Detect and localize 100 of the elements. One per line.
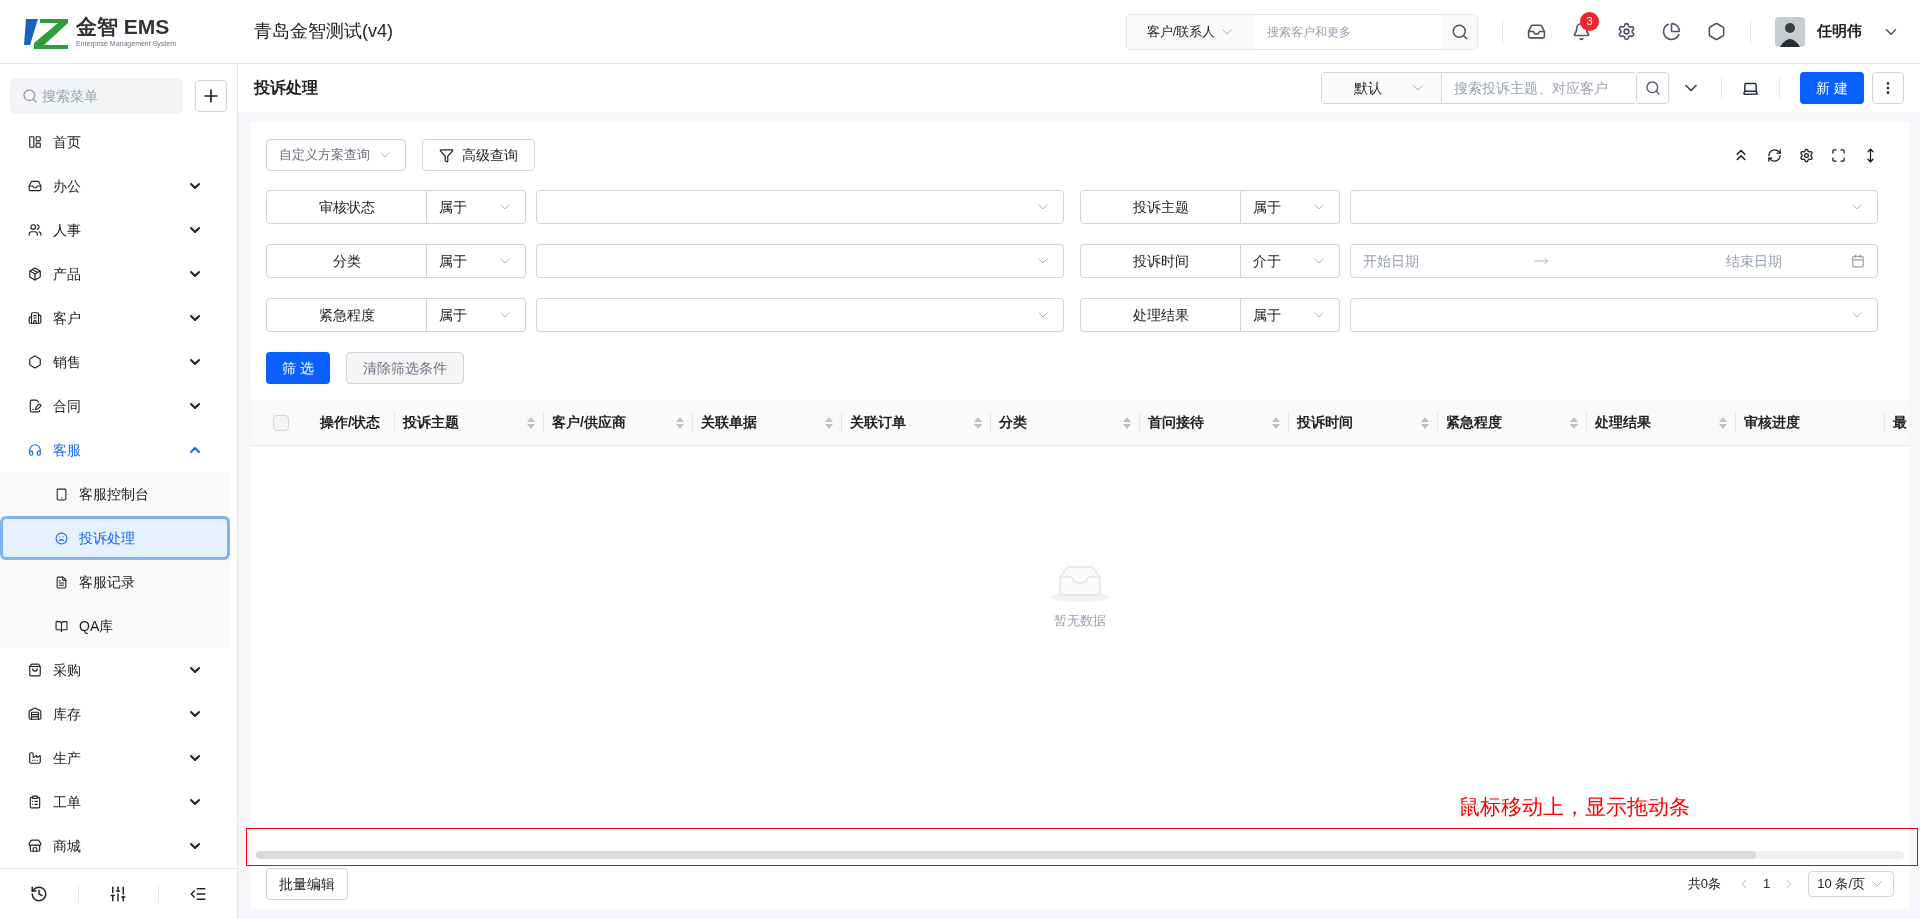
filter-button[interactable]: 筛 选 xyxy=(266,352,330,384)
page-number[interactable]: 1 xyxy=(1763,874,1771,894)
scheme-select[interactable]: 自定义方案查询 xyxy=(266,139,406,171)
document-icon xyxy=(55,575,68,589)
sort-icon xyxy=(1123,416,1131,429)
field-label: 投诉时间 xyxy=(1080,244,1241,278)
submenu-item[interactable]: QA库 xyxy=(0,604,230,648)
notification-badge: 3 xyxy=(1580,12,1599,31)
frown-icon xyxy=(55,531,68,545)
search-button[interactable] xyxy=(1637,72,1670,104)
operator-select[interactable]: 介于 xyxy=(1241,244,1340,278)
sort-icon xyxy=(527,416,535,429)
operator-select[interactable]: 属于 xyxy=(427,298,526,332)
fullscreen-icon[interactable] xyxy=(1831,147,1846,163)
pie-chart-icon[interactable] xyxy=(1662,22,1681,41)
new-button[interactable]: 新 建 xyxy=(1800,72,1864,104)
column-header[interactable]: 关联单据 xyxy=(692,412,841,433)
menu-item[interactable]: 产品 xyxy=(0,252,237,296)
box-icon xyxy=(28,267,42,281)
submenu-item[interactable]: 投诉处理 xyxy=(0,516,230,560)
column-header[interactable]: 客户/供应商 xyxy=(543,412,692,433)
avatar[interactable] xyxy=(1775,16,1805,47)
document-icon xyxy=(28,399,42,413)
field-label: 紧急程度 xyxy=(266,298,427,332)
sort-icon xyxy=(974,416,982,429)
tray-icon xyxy=(28,179,42,193)
scope-select[interactable]: 客户/联系人 xyxy=(1127,14,1255,49)
submenu-item[interactable]: 客服控制台 xyxy=(0,472,230,516)
hexagon-icon[interactable] xyxy=(1707,22,1726,41)
column-header[interactable]: 投诉时间 xyxy=(1288,412,1437,433)
menu-item[interactable]: 合同 xyxy=(0,384,237,428)
sort-icon xyxy=(1719,416,1727,429)
operator-select[interactable]: 属于 xyxy=(427,190,526,224)
field-label: 审核状态 xyxy=(266,190,427,224)
building-icon xyxy=(28,311,42,325)
menu-item[interactable]: 生产 xyxy=(0,736,237,780)
bag-icon xyxy=(28,663,42,677)
search-icon xyxy=(22,88,38,104)
brand-name: 金智 EMS xyxy=(76,15,171,39)
column-header[interactable]: 分类 xyxy=(990,412,1139,433)
tablet-icon xyxy=(55,487,68,501)
hexagon-icon xyxy=(28,355,42,369)
empty-text: 暂无数据 xyxy=(1054,611,1106,630)
page-title: 投诉处理 xyxy=(254,78,319,98)
panel-icon xyxy=(28,135,42,149)
advanced-query-button[interactable]: 高级查询 xyxy=(422,139,535,171)
calendar-icon xyxy=(1851,254,1865,268)
annotation-text: 鼠标移动上，显示拖动条 xyxy=(1459,793,1690,821)
add-button[interactable] xyxy=(195,80,227,112)
search-placeholder: 搜索菜单 xyxy=(42,86,98,106)
search-icon xyxy=(1644,80,1661,96)
store-icon xyxy=(28,839,42,853)
sort-icon xyxy=(825,416,833,429)
column-header[interactable]: 关联订单 xyxy=(841,412,990,433)
search-icon[interactable] xyxy=(1451,22,1469,41)
column-header[interactable]: 首问接待 xyxy=(1139,412,1288,433)
submenu-item[interactable]: 客服记录 xyxy=(0,560,230,604)
book-icon xyxy=(55,619,68,633)
menu-item[interactable]: 客户 xyxy=(0,296,237,340)
column-header[interactable]: 最 xyxy=(1884,412,1910,433)
operator-select[interactable]: 属于 xyxy=(427,244,526,278)
batch-edit-button[interactable]: 批量编辑 xyxy=(266,868,348,900)
view-select[interactable]: 默认 xyxy=(1322,73,1443,103)
column-header[interactable]: 处理结果 xyxy=(1586,412,1735,433)
page-size-select[interactable]: 10 条/页 xyxy=(1808,871,1894,897)
operator-select[interactable]: 属于 xyxy=(1241,298,1340,332)
collapse-menu-icon[interactable] xyxy=(188,885,207,903)
menu-item[interactable]: 办公 xyxy=(0,164,237,208)
company-title: 青岛金智测试(v4) xyxy=(254,20,393,43)
settings-icon[interactable] xyxy=(1617,22,1636,41)
sort-icon xyxy=(676,416,684,429)
menu-item[interactable]: 客服 xyxy=(0,428,237,472)
people-icon xyxy=(28,223,42,237)
settings-icon[interactable] xyxy=(1799,147,1814,163)
sort-icon xyxy=(1570,416,1578,429)
menu-item[interactable]: 人事 xyxy=(0,208,237,252)
history-icon[interactable] xyxy=(30,885,49,903)
select-all-checkbox[interactable] xyxy=(273,414,289,431)
sliders-icon[interactable] xyxy=(109,885,128,903)
menu-item[interactable]: 采购 xyxy=(0,648,237,692)
menu-item[interactable]: 销售 xyxy=(0,340,237,384)
column-header[interactable]: 紧急程度 xyxy=(1437,412,1586,433)
menu-item[interactable]: 库存 xyxy=(0,692,237,736)
sort-icon xyxy=(1421,416,1429,429)
warehouse-icon xyxy=(28,707,42,721)
field-label: 处理结果 xyxy=(1080,298,1241,332)
sort-icon xyxy=(1272,416,1280,429)
field-label: 分类 xyxy=(266,244,427,278)
column-header[interactable]: 投诉主题 xyxy=(394,412,543,433)
column-header[interactable]: 操作/状态 xyxy=(312,412,394,433)
clipboard-icon xyxy=(28,795,42,809)
user-name: 任明伟 xyxy=(1817,21,1862,42)
menu-item[interactable]: 首页 xyxy=(0,120,237,164)
refresh-icon[interactable] xyxy=(1767,147,1782,163)
operator-select[interactable]: 属于 xyxy=(1241,190,1340,224)
column-header[interactable]: 审核进度 xyxy=(1735,412,1884,433)
tray-icon[interactable] xyxy=(1527,22,1546,41)
filter-icon xyxy=(439,147,454,163)
menu-item[interactable]: 商城 xyxy=(0,824,237,868)
menu-item[interactable]: 工单 xyxy=(0,780,237,824)
